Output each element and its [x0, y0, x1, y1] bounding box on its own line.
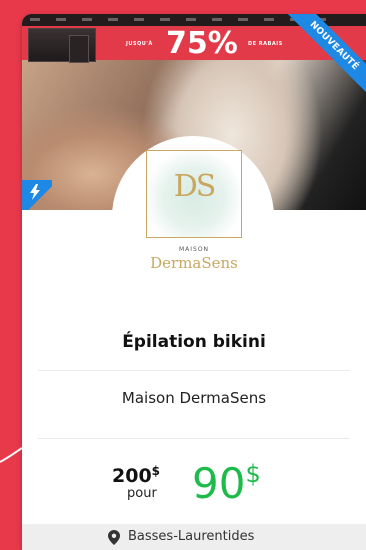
map-pin-icon	[108, 530, 120, 545]
deal-title[interactable]: Épilation bikini	[22, 332, 366, 352]
promo-suffix: DE RABAIS	[248, 41, 283, 47]
flash-badge	[22, 180, 52, 210]
promo-percent: 75%	[166, 26, 238, 61]
lightning-icon	[30, 184, 40, 200]
logo-monogram: DS	[173, 169, 217, 204]
location-footer[interactable]: Basses-Laurentides	[22, 524, 366, 550]
deal-price: 90$	[192, 459, 261, 508]
deal-card[interactable]: JUSQU'À 75% DE RABAIS NOUVEAUTÉ DS MAISO…	[22, 14, 366, 550]
promo-prefix: JUSQU'À	[126, 41, 153, 47]
merchant-name[interactable]: Maison DermaSens	[22, 389, 366, 407]
location-text: Basses-Laurentides	[128, 529, 255, 544]
product-image	[28, 28, 96, 63]
price-pour-label: pour	[127, 486, 157, 501]
divider	[38, 370, 350, 371]
logo-brand-text: DermaSens	[150, 254, 238, 272]
original-price: 200$	[112, 464, 161, 487]
logo-maison-text: MAISON	[178, 246, 210, 253]
merchant-logo: DS	[146, 150, 242, 238]
divider	[38, 438, 350, 439]
